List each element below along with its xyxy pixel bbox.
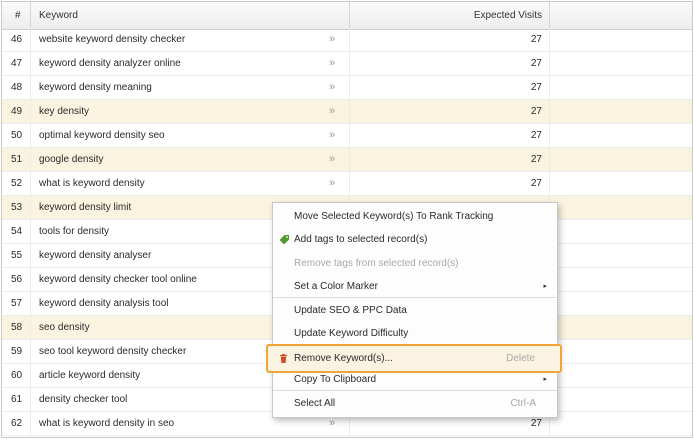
expected-visits-cell: 27 bbox=[530, 178, 542, 189]
expected-visits-cell: 27 bbox=[530, 58, 542, 69]
table-row[interactable]: 48 keyword density meaning » 27 bbox=[2, 76, 692, 100]
row-number-text: 55 bbox=[11, 250, 23, 261]
context-menu: Move Selected Keyword(s) To Rank Trackin… bbox=[266, 202, 562, 418]
row-number: 55 bbox=[2, 244, 30, 268]
menu-item-label: Update Keyword Difficulty bbox=[294, 328, 409, 339]
menu-item-label: Move Selected Keyword(s) To Rank Trackin… bbox=[294, 211, 494, 222]
keyword-cell: keyword density limit bbox=[39, 202, 132, 213]
header-number[interactable]: # bbox=[15, 2, 21, 29]
expand-arrows-icon[interactable]: » bbox=[329, 172, 335, 196]
expand-arrows-icon[interactable]: » bbox=[329, 148, 335, 172]
menu-item-label: Copy To Clipboard bbox=[294, 374, 377, 385]
table-row[interactable]: 46 website keyword density checker » 27 bbox=[2, 28, 692, 52]
expand-arrows-icon[interactable]: » bbox=[329, 76, 335, 100]
menu-item-copy-to-clipboard[interactable]: Copy To Clipboard ▸ bbox=[273, 368, 557, 391]
row-number-text: 51 bbox=[11, 154, 23, 165]
header-expected-visits[interactable]: Expected Visits bbox=[349, 2, 542, 29]
expand-arrows-icon[interactable]: » bbox=[329, 124, 335, 148]
row-number-text: 56 bbox=[11, 274, 23, 285]
row-number: 46 bbox=[2, 28, 30, 52]
keyword-cell: optimal keyword density seo bbox=[39, 130, 165, 141]
menu-item-label: Select All bbox=[294, 398, 336, 409]
keyword-cell: google density bbox=[39, 154, 104, 165]
menu-item-set-a-color-marker[interactable]: Set a Color Marker ▸ bbox=[273, 275, 557, 298]
row-number: 57 bbox=[2, 292, 30, 316]
tag-icon bbox=[280, 235, 289, 244]
table-row[interactable]: 47 keyword density analyzer online » 27 bbox=[2, 52, 692, 76]
row-number-text: 49 bbox=[11, 106, 23, 117]
menu-item-label: Remove tags from selected record(s) bbox=[294, 258, 459, 269]
expand-arrows-icon[interactable]: » bbox=[329, 52, 335, 76]
expected-visits-cell: 27 bbox=[530, 34, 542, 45]
keyword-cell: keyword density checker tool online bbox=[39, 274, 197, 285]
row-number-text: 52 bbox=[11, 178, 23, 189]
expected-visits-cell: 27 bbox=[530, 130, 542, 141]
row-number-text: 60 bbox=[11, 370, 23, 381]
expand-arrows-icon[interactable]: » bbox=[329, 28, 335, 52]
table-row[interactable]: 52 what is keyword density » 27 bbox=[2, 172, 692, 196]
row-number-text: 57 bbox=[11, 298, 23, 309]
row-number: 58 bbox=[2, 316, 30, 340]
keyword-cell: tools for density bbox=[39, 226, 110, 237]
submenu-arrow-icon: ▸ bbox=[543, 283, 547, 290]
row-number: 53 bbox=[2, 196, 30, 220]
row-number-text: 50 bbox=[11, 130, 23, 141]
expected-visits-cell: 27 bbox=[530, 154, 542, 165]
keyword-cell: what is keyword density bbox=[39, 178, 145, 189]
header-keyword[interactable]: Keyword bbox=[39, 2, 78, 29]
menu-item-label: Add tags to selected record(s) bbox=[294, 234, 428, 245]
keyword-cell: seo density bbox=[39, 322, 90, 333]
trash-icon bbox=[279, 354, 288, 363]
row-number: 60 bbox=[2, 364, 30, 388]
table-row[interactable]: 50 optimal keyword density seo » 27 bbox=[2, 124, 692, 148]
menu-item-shortcut: Ctrl-A bbox=[510, 398, 536, 409]
expand-arrows-icon[interactable]: » bbox=[329, 100, 335, 124]
row-number-text: 59 bbox=[11, 346, 23, 357]
row-number: 51 bbox=[2, 148, 30, 172]
row-number: 56 bbox=[2, 268, 30, 292]
row-number: 48 bbox=[2, 76, 30, 100]
row-number-text: 54 bbox=[11, 226, 23, 237]
expected-visits-cell: 27 bbox=[530, 106, 542, 117]
menu-item-label: Update SEO & PPC Data bbox=[294, 305, 407, 316]
menu-item-update-seo-ppc-data[interactable]: Update SEO & PPC Data bbox=[273, 299, 557, 322]
row-number-text: 62 bbox=[11, 418, 23, 429]
table-row[interactable]: 51 google density » 27 bbox=[2, 148, 692, 172]
row-number-text: 46 bbox=[11, 34, 23, 45]
row-number-text: 53 bbox=[11, 202, 23, 213]
keyword-cell: density checker tool bbox=[39, 394, 128, 405]
keyword-cell: keyword density analyser bbox=[39, 250, 152, 261]
table-header: # Keyword Expected Visits bbox=[2, 2, 692, 30]
row-number: 59 bbox=[2, 340, 30, 364]
keyword-cell: keyword density meaning bbox=[39, 82, 152, 93]
row-number-text: 47 bbox=[11, 58, 23, 69]
row-number: 61 bbox=[2, 388, 30, 412]
keyword-cell: key density bbox=[39, 106, 90, 117]
row-number: 62 bbox=[2, 412, 30, 436]
keyword-cell: website keyword density checker bbox=[39, 34, 186, 45]
menu-item-move-selected-keyword-s-to-rank-tracking[interactable]: Move Selected Keyword(s) To Rank Trackin… bbox=[273, 205, 557, 228]
keyword-cell: what is keyword density in seo bbox=[39, 418, 175, 429]
keyword-cell: keyword density analysis tool bbox=[39, 298, 169, 309]
expected-visits-cell: 27 bbox=[530, 82, 542, 93]
keyword-cell: seo tool keyword density checker bbox=[39, 346, 187, 357]
row-number: 49 bbox=[2, 100, 30, 124]
submenu-arrow-icon: ▸ bbox=[543, 376, 547, 383]
menu-item-select-all[interactable]: Select All Ctrl-A bbox=[273, 392, 557, 415]
row-number: 47 bbox=[2, 52, 30, 76]
row-number: 50 bbox=[2, 124, 30, 148]
menu-item-update-keyword-difficulty[interactable]: Update Keyword Difficulty bbox=[273, 322, 557, 345]
menu-item-label: Set a Color Marker bbox=[294, 281, 378, 292]
row-number-text: 58 bbox=[11, 322, 23, 333]
row-number: 52 bbox=[2, 172, 30, 196]
menu-item-remove-tags-from-selected-record-s: Remove tags from selected record(s) bbox=[273, 252, 557, 275]
keyword-cell: keyword density analyzer online bbox=[39, 58, 181, 69]
row-number-text: 61 bbox=[11, 394, 23, 405]
row-number-text: 48 bbox=[11, 82, 23, 93]
menu-item-add-tags-to-selected-record-s[interactable]: Add tags to selected record(s) bbox=[273, 228, 557, 251]
keyword-cell: article keyword density bbox=[39, 370, 141, 381]
row-number: 54 bbox=[2, 220, 30, 244]
table-row[interactable]: 49 key density » 27 bbox=[2, 100, 692, 124]
